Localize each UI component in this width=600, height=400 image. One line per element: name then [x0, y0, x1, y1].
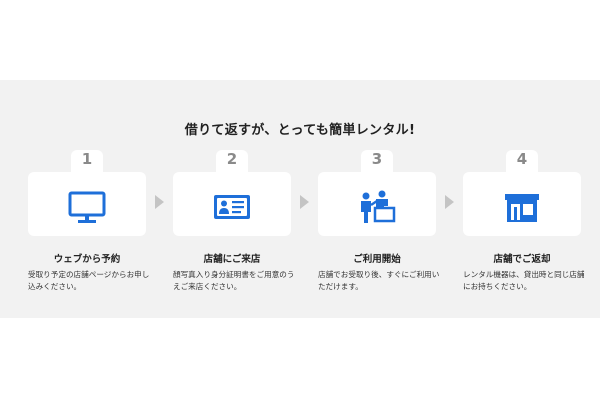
step-number: 2 — [226, 150, 238, 168]
step-title: ウェブから予約 — [53, 254, 121, 265]
step-description: 店舗でお受取り後、すぐにご利用いただけます。 — [318, 270, 440, 291]
step-title: 店舗にご来店 — [203, 254, 261, 265]
step-number: 3 — [371, 150, 383, 168]
step-arrow-icon — [300, 195, 309, 209]
section-heading: 借りて返すが、とっても簡単レンタル! — [184, 123, 416, 138]
step-arrow-icon — [155, 195, 164, 209]
step-description: レンタル機器は、貸出時と同じ店舗にお持ちください。 — [463, 270, 585, 291]
step-description: 受取り予定の店舗ページからお申し込みください。 — [28, 270, 150, 291]
step-arrow-icon — [445, 195, 454, 209]
step-number: 1 — [81, 150, 93, 168]
counter-staff-icon — [361, 190, 396, 223]
step-description: 顔写真入り身分証明書をご用意のうえご来店ください。 — [173, 270, 295, 291]
step-number: 4 — [516, 150, 528, 168]
step-title: 店舗でご返却 — [493, 254, 551, 265]
monitor-icon — [68, 191, 106, 223]
id-card-icon — [214, 195, 250, 219]
store-icon — [505, 194, 539, 222]
step-title: ご利用開始 — [353, 254, 401, 265]
